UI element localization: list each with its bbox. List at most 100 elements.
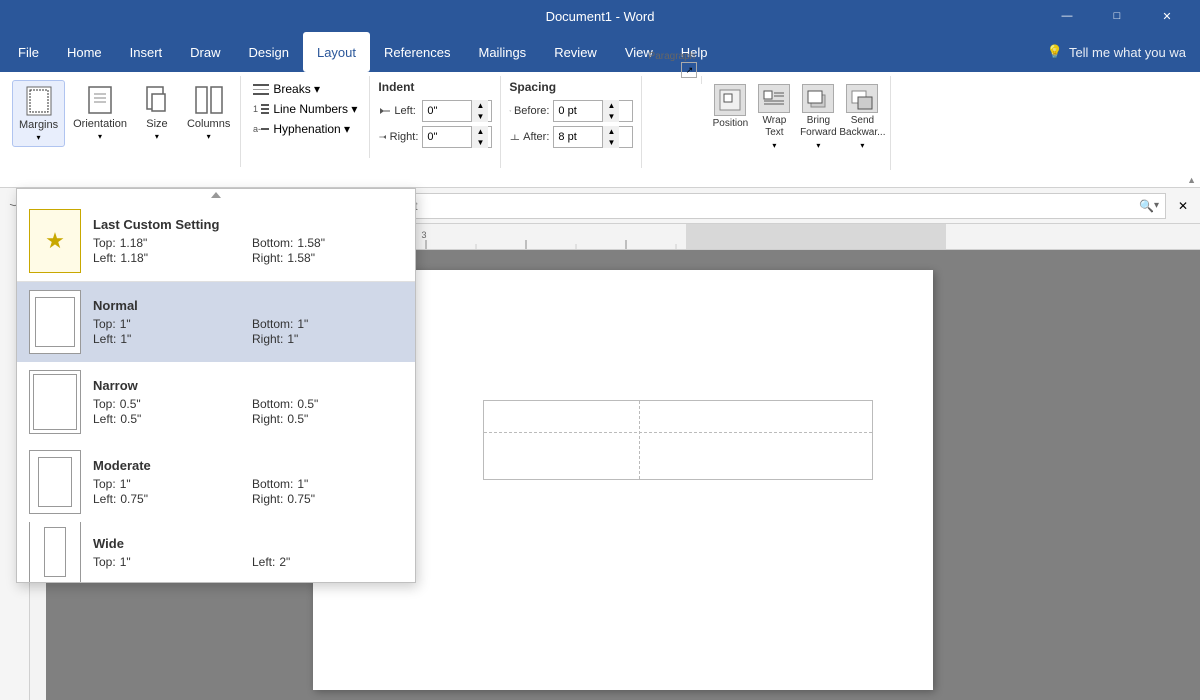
indent-right-down[interactable]: ▼ bbox=[472, 137, 488, 148]
bring-forward-button[interactable]: BringForward ▾ bbox=[798, 80, 838, 150]
orientation-arrow: ▾ bbox=[98, 132, 102, 141]
indent-left-input[interactable]: ▲ ▼ bbox=[422, 100, 492, 122]
spacing-after-up[interactable]: ▲ bbox=[603, 126, 619, 137]
indent-title: Indent bbox=[378, 80, 492, 94]
size-button[interactable]: Size ▾ bbox=[135, 80, 179, 145]
margins-button[interactable]: Margins ▾ bbox=[12, 80, 65, 147]
margin-preview-star: ★ bbox=[29, 209, 81, 273]
ribbon: Margins ▾ Orientation ▾ bbox=[0, 72, 1200, 188]
ribbon-expand-button[interactable]: ▲ bbox=[1187, 175, 1196, 185]
margin-preview-moderate bbox=[29, 450, 81, 514]
indent-right-value[interactable] bbox=[423, 127, 471, 147]
margin-preview-wide bbox=[29, 522, 81, 582]
svg-text:3: 3 bbox=[421, 230, 426, 240]
send-backward-button[interactable]: SendBackwar... ▾ bbox=[842, 80, 882, 150]
margin-details-narrow: Top:0.5" Bottom:0.5" Left:0.5" Right:0.5… bbox=[93, 397, 403, 426]
indent-left-value[interactable] bbox=[423, 101, 471, 121]
menu-item-layout[interactable]: Layout bbox=[303, 32, 370, 72]
menu-item-file[interactable]: File bbox=[4, 32, 53, 72]
menu-item-draw[interactable]: Draw bbox=[176, 32, 234, 72]
send-backward-label: SendBackwar... bbox=[839, 115, 885, 139]
margin-info-narrow: Narrow Top:0.5" Bottom:0.5" Left:0.5" Ri… bbox=[93, 378, 403, 426]
spacing-after-value[interactable] bbox=[554, 127, 602, 147]
search-icon[interactable]: 🔍 bbox=[1139, 199, 1154, 213]
menu-item-review[interactable]: Review bbox=[540, 32, 611, 72]
menu-item-insert[interactable]: Insert bbox=[116, 32, 177, 72]
indent-right-input[interactable]: ▲ ▼ bbox=[422, 126, 492, 148]
margin-info-moderate: Moderate Top:1" Bottom:1" Left:0.75" Rig… bbox=[93, 458, 403, 506]
margin-name-wide: Wide bbox=[93, 536, 403, 551]
search-lightbulb-icon: 💡 bbox=[1047, 44, 1063, 60]
position-label: Position bbox=[713, 118, 749, 130]
dropdown-item-moderate[interactable]: Moderate Top:1" Bottom:1" Left:0.75" Rig… bbox=[17, 442, 415, 522]
dropdown-item-normal[interactable]: Normal Top:1" Bottom:1" Left:1" Right:1" bbox=[17, 282, 415, 362]
spacing-after-down[interactable]: ▼ bbox=[603, 137, 619, 148]
indent-group: Indent Left: ▲ ▼ Right: ▲ bbox=[370, 76, 501, 168]
indent-right-label: Right: bbox=[378, 131, 418, 143]
orientation-icon bbox=[84, 84, 116, 116]
columns-label: Columns bbox=[187, 118, 230, 130]
spacing-before-label: Before: bbox=[509, 105, 549, 117]
bring-forward-arrow: ▾ bbox=[816, 141, 820, 150]
margin-info-normal: Normal Top:1" Bottom:1" Left:1" Right:1" bbox=[93, 298, 403, 346]
margins-icon bbox=[23, 85, 55, 117]
paragraph-expand-button[interactable]: ↗ bbox=[681, 62, 697, 78]
spacing-before-down[interactable]: ▼ bbox=[603, 111, 619, 122]
line-numbers-label: Line Numbers ▾ bbox=[273, 102, 357, 116]
menu-item-references[interactable]: References bbox=[370, 32, 464, 72]
margin-name-normal: Normal bbox=[93, 298, 403, 313]
indent-left-down[interactable]: ▼ bbox=[472, 111, 488, 122]
menu-item-design[interactable]: Design bbox=[235, 32, 303, 72]
menu-item-home[interactable]: Home bbox=[53, 32, 116, 72]
doc-table bbox=[483, 400, 873, 480]
columns-button[interactable]: Columns ▾ bbox=[181, 80, 236, 145]
breaks-button[interactable]: Breaks ▾ bbox=[249, 80, 361, 98]
minimize-button[interactable]: — bbox=[1044, 0, 1090, 32]
search-input[interactable] bbox=[324, 199, 1140, 213]
spacing-before-up[interactable]: ▲ bbox=[603, 100, 619, 111]
title-text: Document1 - Word bbox=[546, 9, 655, 24]
page-setup-group: Margins ▾ Orientation ▾ bbox=[8, 76, 241, 167]
hyphenation-label: Hyphenation ▾ bbox=[273, 122, 350, 136]
indent-right-up[interactable]: ▲ bbox=[472, 126, 488, 137]
spacing-before-input[interactable]: ▲ ▼ bbox=[553, 100, 633, 122]
spacing-before-value[interactable] bbox=[554, 101, 602, 121]
hyphenation-button[interactable]: a- Hyphenation ▾ bbox=[249, 120, 361, 138]
nav-close-button[interactable]: ✕ bbox=[1170, 193, 1196, 219]
dropdown-item-wide[interactable]: Wide Top:1" Left:2" bbox=[17, 522, 415, 582]
search-box[interactable]: 🔍 ▾ bbox=[317, 193, 1167, 219]
dropdown-item-last-custom[interactable]: ★ Last Custom Setting Top:1.18" Bottom:1… bbox=[17, 201, 415, 281]
spacing-title: Spacing bbox=[509, 80, 633, 94]
orientation-label: Orientation bbox=[73, 118, 127, 130]
paragraph-group: Paragraph ↗ bbox=[642, 76, 702, 84]
close-button[interactable]: ✕ bbox=[1144, 0, 1190, 32]
breaks-label: Breaks ▾ bbox=[273, 82, 320, 96]
dropdown-item-narrow[interactable]: Narrow Top:0.5" Bottom:0.5" Left:0.5" Ri… bbox=[17, 362, 415, 442]
position-button[interactable]: Position bbox=[710, 80, 750, 150]
page-setup-extra: Breaks ▾ 1 Line Numbers ▾ a- Hyphenation… bbox=[241, 76, 370, 158]
wrap-text-label: WrapText bbox=[763, 115, 787, 139]
size-arrow: ▾ bbox=[155, 132, 159, 141]
search-dropdown-arrow[interactable]: ▾ bbox=[1154, 200, 1159, 211]
menu-item-mailings[interactable]: Mailings bbox=[465, 32, 541, 72]
line-numbers-button[interactable]: 1 Line Numbers ▾ bbox=[249, 100, 361, 118]
margin-name-last-custom: Last Custom Setting bbox=[93, 217, 403, 232]
maximize-button[interactable]: □ bbox=[1094, 0, 1140, 32]
spacing-after-input[interactable]: ▲ ▼ bbox=[553, 126, 633, 148]
margins-label: Margins bbox=[19, 119, 58, 131]
margin-name-narrow: Narrow bbox=[93, 378, 403, 393]
margins-dropdown: ★ Last Custom Setting Top:1.18" Bottom:1… bbox=[16, 188, 416, 583]
dropdown-scroll-up[interactable] bbox=[17, 189, 415, 201]
columns-arrow: ▾ bbox=[207, 132, 211, 141]
indent-left-label: Left: bbox=[378, 105, 418, 117]
margin-preview-narrow bbox=[29, 370, 81, 434]
paragraph-label: Paragraph bbox=[642, 51, 701, 62]
doc-table-inner bbox=[484, 401, 872, 479]
orientation-button[interactable]: Orientation ▾ bbox=[67, 80, 133, 145]
wrap-text-button[interactable]: WrapText ▾ bbox=[754, 80, 794, 150]
size-icon bbox=[141, 84, 173, 116]
spacing-after-label: After: bbox=[509, 131, 549, 143]
search-text: Tell me what you wa bbox=[1069, 45, 1186, 60]
margin-details-normal: Top:1" Bottom:1" Left:1" Right:1" bbox=[93, 317, 403, 346]
indent-left-up[interactable]: ▲ bbox=[472, 100, 488, 111]
